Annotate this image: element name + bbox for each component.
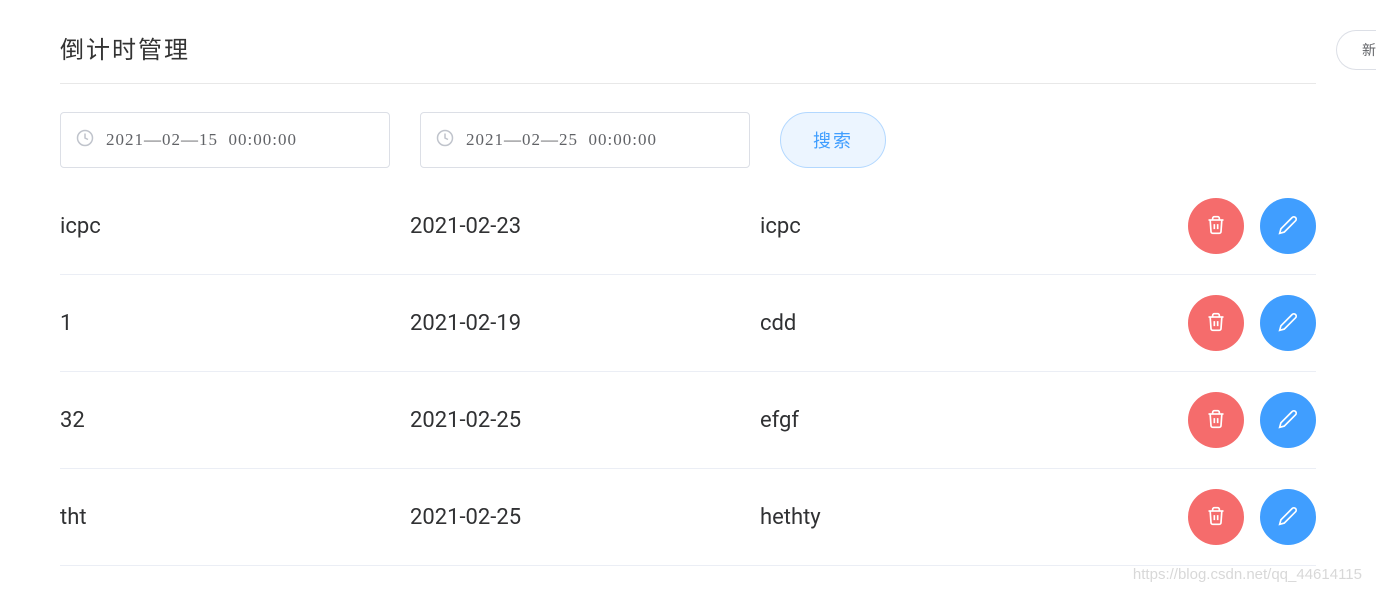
delete-button[interactable] [1188, 489, 1244, 545]
end-date-field[interactable] [466, 130, 734, 150]
row-name: 1 [60, 311, 410, 336]
delete-button[interactable] [1188, 198, 1244, 254]
edit-button[interactable] [1260, 489, 1316, 545]
table-row: 32 2021-02-25 efgf [60, 372, 1316, 469]
trash-icon [1206, 312, 1226, 335]
table-row: 1 2021-02-19 cdd [60, 275, 1316, 372]
edit-button[interactable] [1260, 392, 1316, 448]
edit-icon [1278, 506, 1298, 529]
page-title: 倒计时管理 [60, 30, 190, 65]
new-button[interactable]: 新 [1336, 30, 1376, 70]
countdown-table: icpc 2021-02-23 icpc [60, 178, 1316, 566]
new-button-label: 新 [1362, 40, 1376, 60]
edit-button[interactable] [1260, 198, 1316, 254]
start-date-input[interactable] [60, 112, 390, 168]
row-date: 2021-02-19 [410, 311, 760, 336]
edit-icon [1278, 312, 1298, 335]
table-row: tht 2021-02-25 hethty [60, 469, 1316, 566]
delete-button[interactable] [1188, 295, 1244, 351]
row-desc: hethty [760, 505, 1186, 530]
row-name: 32 [60, 408, 410, 433]
row-date: 2021-02-25 [410, 505, 760, 530]
edit-icon [1278, 409, 1298, 432]
start-date-field[interactable] [106, 130, 374, 150]
trash-icon [1206, 409, 1226, 432]
filter-row: 搜索 [60, 112, 1316, 168]
trash-icon [1206, 506, 1226, 529]
row-name: tht [60, 505, 410, 530]
trash-icon [1206, 215, 1226, 238]
watermark: https://blog.csdn.net/qq_44614115 [1133, 566, 1362, 583]
row-desc: efgf [760, 408, 1186, 433]
end-date-input[interactable] [420, 112, 750, 168]
search-button[interactable]: 搜索 [780, 112, 886, 168]
edit-button[interactable] [1260, 295, 1316, 351]
clock-icon [436, 129, 454, 151]
row-date: 2021-02-23 [410, 214, 760, 239]
clock-icon [76, 129, 94, 151]
delete-button[interactable] [1188, 392, 1244, 448]
row-name: icpc [60, 214, 410, 239]
table-row: icpc 2021-02-23 icpc [60, 178, 1316, 275]
row-desc: icpc [760, 214, 1186, 239]
row-date: 2021-02-25 [410, 408, 760, 433]
edit-icon [1278, 215, 1298, 238]
row-desc: cdd [760, 311, 1186, 336]
